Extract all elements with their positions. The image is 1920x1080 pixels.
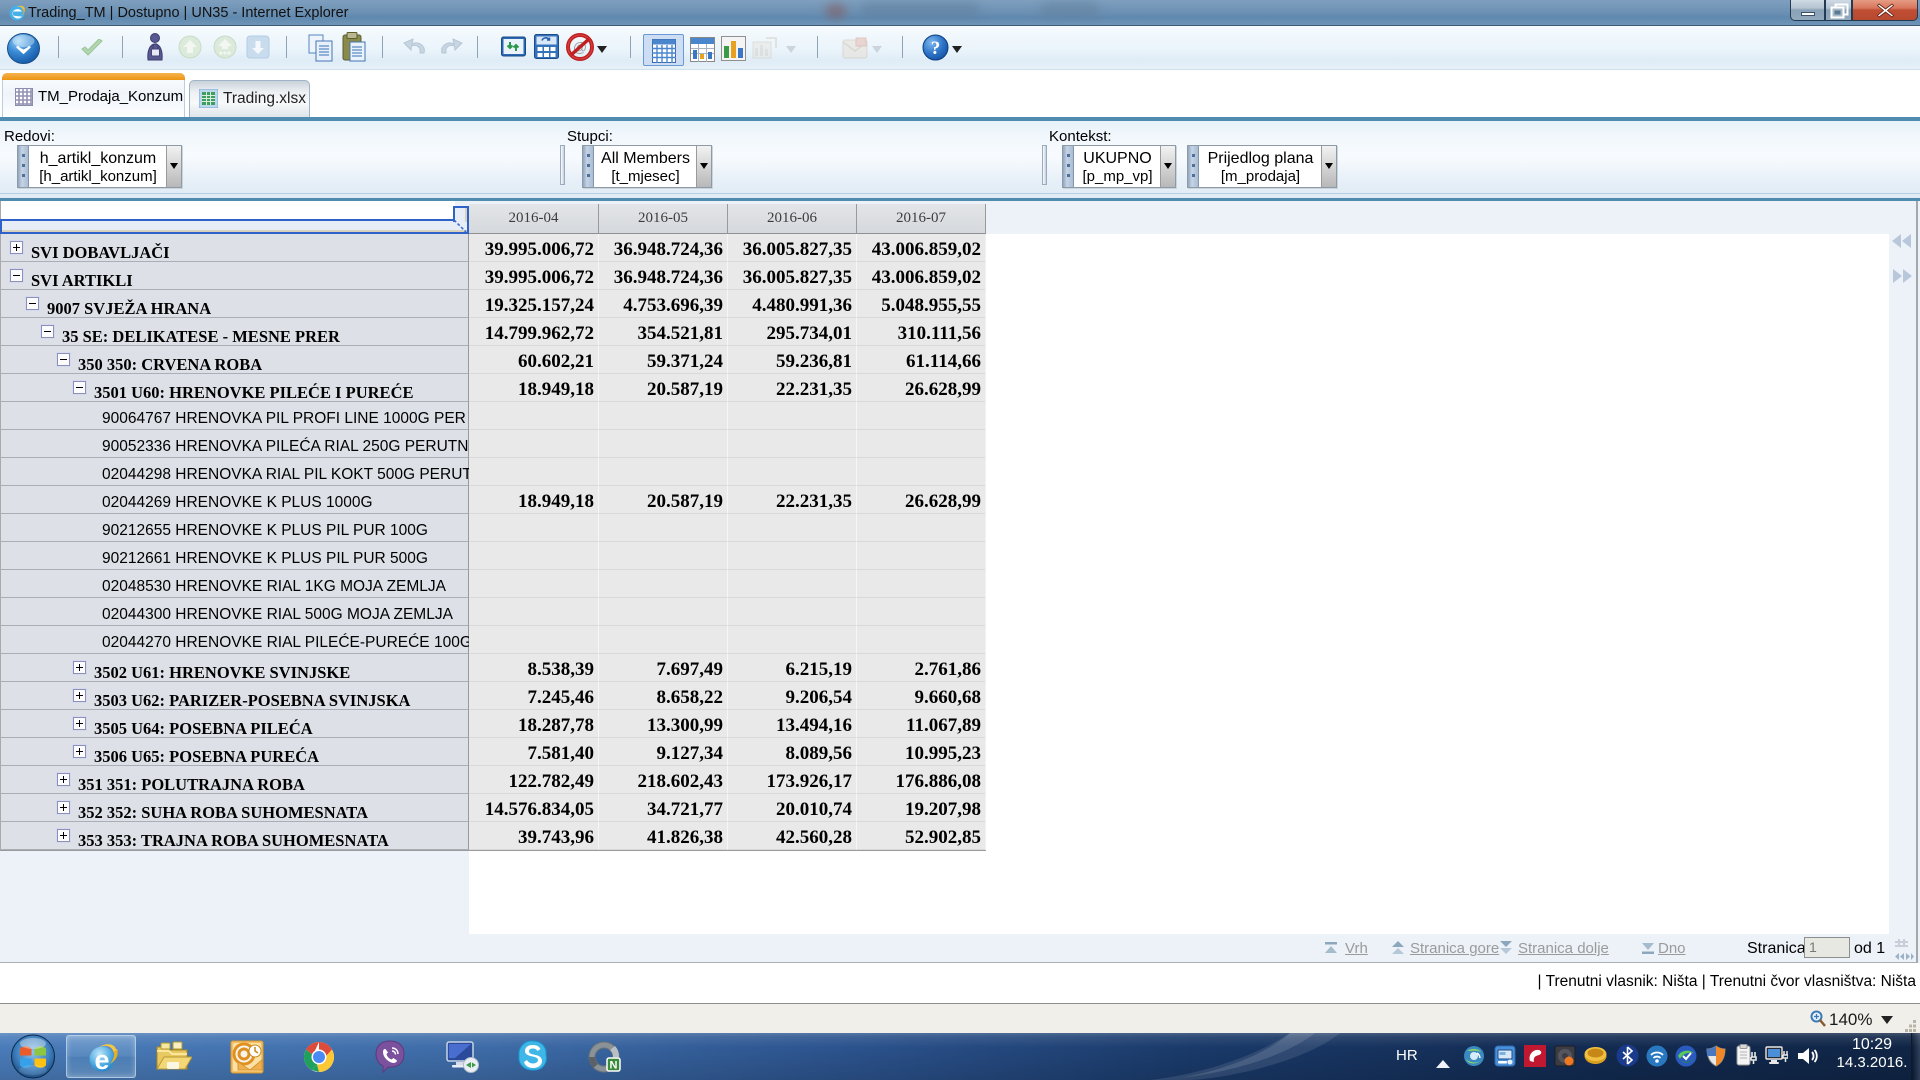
svg-text:?: ? — [931, 38, 941, 59]
svg-text:N: N — [610, 1060, 618, 1072]
svg-text:e: e — [94, 1045, 109, 1075]
